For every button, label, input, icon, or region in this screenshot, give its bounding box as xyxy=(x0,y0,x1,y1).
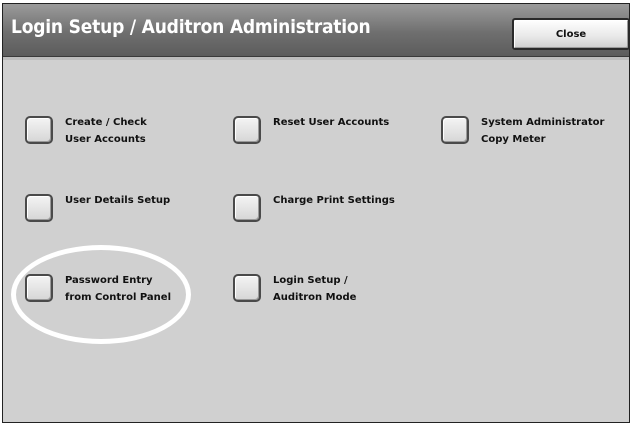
reset-user-accounts-button[interactable] xyxy=(233,116,261,144)
user-details-setup-option[interactable]: User Details Setup xyxy=(25,194,170,222)
create-check-user-accounts-option[interactable]: Create / Check User Accounts xyxy=(25,116,147,148)
login-setup-auditron-mode-option[interactable]: Login Setup / Auditron Mode xyxy=(233,274,356,306)
system-administrator-copy-meter-option[interactable]: System Administrator Copy Meter xyxy=(441,116,604,148)
charge-print-settings-button[interactable] xyxy=(233,194,261,222)
user-details-setup-button[interactable] xyxy=(25,194,53,222)
charge-print-settings-label: Charge Print Settings xyxy=(273,195,395,206)
login-setup-auditron-mode-label: Login Setup / Auditron Mode xyxy=(273,275,357,303)
reset-user-accounts-option[interactable]: Reset User Accounts xyxy=(233,116,389,144)
password-entry-label: Password Entry from Control Panel xyxy=(65,275,172,303)
system-administrator-copy-meter-button[interactable] xyxy=(441,116,469,144)
page-title: Login Setup / Auditron Administration xyxy=(11,16,371,38)
password-entry-option[interactable]: Password Entry from Control Panel xyxy=(25,274,171,306)
login-setup-screen: Login Setup / Auditron Administration Cl… xyxy=(2,3,630,423)
reset-user-accounts-label: Reset User Accounts xyxy=(273,117,390,128)
charge-print-settings-option[interactable]: Charge Print Settings xyxy=(233,194,395,222)
header-divider xyxy=(3,57,629,60)
user-details-setup-label: User Details Setup xyxy=(65,195,171,206)
create-check-user-accounts-label: Create / Check User Accounts xyxy=(65,117,147,145)
close-button[interactable]: Close xyxy=(512,18,630,50)
password-entry-button[interactable] xyxy=(25,274,53,302)
login-setup-auditron-mode-button[interactable] xyxy=(233,274,261,302)
system-administrator-copy-meter-label: System Administrator Copy Meter xyxy=(481,117,605,145)
title-bar: Login Setup / Auditron Administration Cl… xyxy=(3,4,630,58)
create-check-user-accounts-button[interactable] xyxy=(25,116,53,144)
